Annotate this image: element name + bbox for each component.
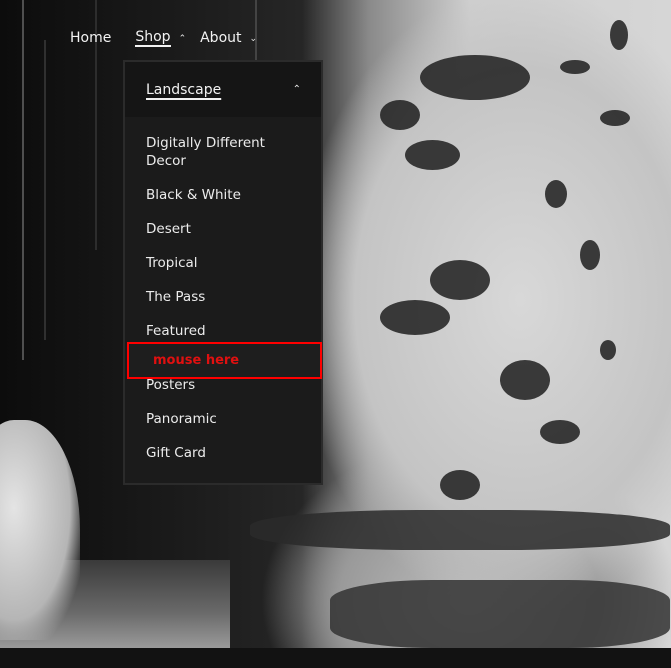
dropdown-list: Digitally Different Decor Black & White …	[125, 117, 321, 462]
mouse-here-annotation-box: mouse here	[127, 342, 322, 379]
dropdown-item-desert[interactable]: Desert	[125, 220, 321, 238]
statue-chin-shadow	[330, 580, 670, 648]
statue-spot	[405, 140, 460, 170]
footer-bar	[0, 648, 671, 668]
dropdown-item-gift-card[interactable]: Gift Card	[125, 444, 321, 462]
statue-spot	[420, 55, 530, 100]
nav-home-label: Home	[70, 30, 112, 46]
dropdown-item-panoramic[interactable]: Panoramic	[125, 410, 321, 428]
statue-spot	[380, 300, 450, 335]
statue-spot	[500, 360, 550, 400]
tree-trunk	[22, 0, 24, 360]
tree-trunk	[44, 40, 46, 340]
nav-about-link[interactable]: About ⌄	[200, 29, 257, 47]
chevron-down-icon[interactable]: ⌄	[250, 34, 258, 44]
main-nav: Home Shop ⌃ About ⌄	[70, 28, 257, 48]
statue-spot	[600, 340, 616, 360]
nav-home-link[interactable]: Home	[70, 29, 111, 47]
hero-background-image	[0, 0, 671, 648]
statue-dog	[0, 420, 80, 640]
statue-spot	[600, 110, 630, 126]
dropdown-item-digitally-different-decor[interactable]: Digitally Different Decor	[125, 134, 295, 170]
chevron-up-icon[interactable]: ⌃	[179, 34, 187, 44]
nav-shop-label: Shop	[135, 29, 171, 47]
statue-spot	[580, 240, 600, 270]
dropdown-item-black-white[interactable]: Black & White	[125, 186, 321, 204]
statue-spot	[560, 60, 590, 74]
chevron-up-icon[interactable]: ⌃	[293, 84, 301, 95]
statue-spot	[545, 180, 567, 208]
statue-lip-shadow	[250, 510, 670, 550]
statue-spot	[380, 100, 420, 130]
statue-spot	[430, 260, 490, 300]
statue-spot	[610, 20, 628, 50]
statue-spot	[440, 470, 480, 500]
dropdown-header-landscape[interactable]: Landscape ⌃	[125, 62, 321, 117]
nav-shop-link[interactable]: Shop ⌃	[135, 29, 186, 47]
annotation-label: mouse here	[153, 353, 240, 368]
dropdown-item-the-pass[interactable]: The Pass	[125, 288, 321, 306]
dropdown-item-tropical[interactable]: Tropical	[125, 254, 321, 272]
dropdown-item-featured[interactable]: Featured	[125, 322, 321, 340]
shop-dropdown-menu: Landscape ⌃ Digitally Different Decor Bl…	[123, 60, 323, 485]
nav-about-label: About	[200, 30, 242, 46]
dropdown-header-label[interactable]: Landscape	[146, 82, 221, 98]
statue-spot	[540, 420, 580, 444]
